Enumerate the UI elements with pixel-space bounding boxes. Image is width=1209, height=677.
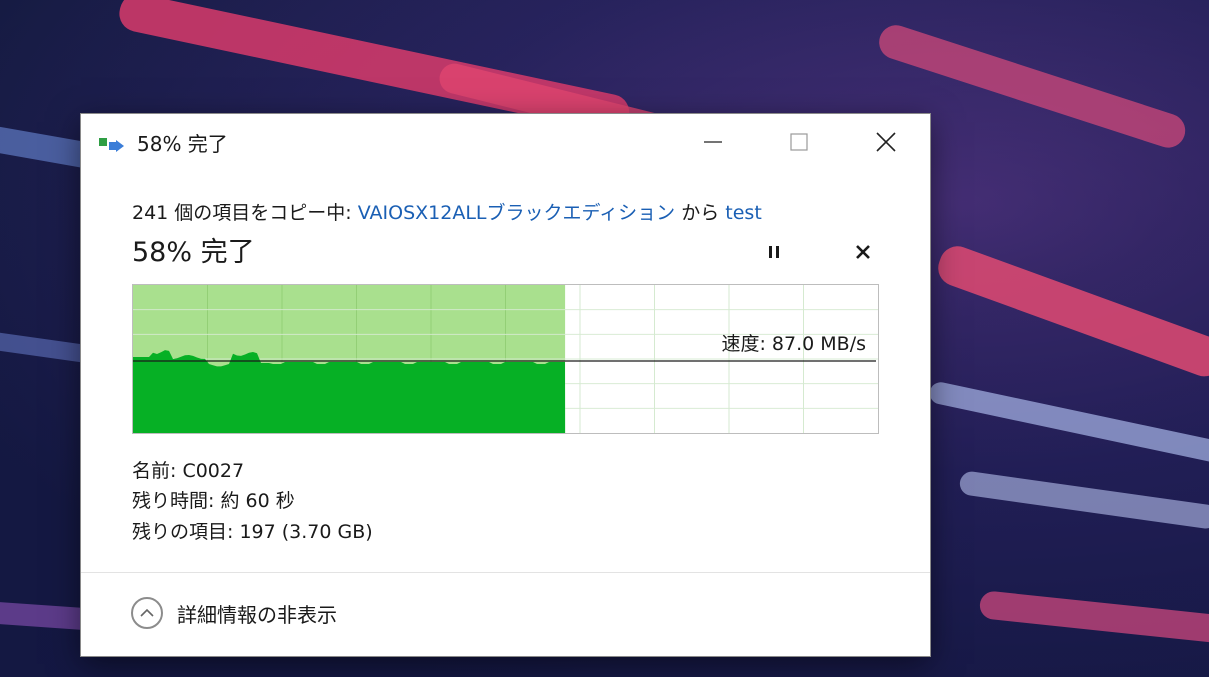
- speed-graph: 速度: 87.0 MB/s: [132, 284, 879, 434]
- speed-readout: 速度: 87.0 MB/s: [721, 333, 866, 355]
- title-bar[interactable]: 58% 完了: [81, 114, 930, 170]
- dialog-footer: 詳細情報の非表示: [81, 572, 930, 657]
- close-button[interactable]: [843, 114, 929, 170]
- name-value: C0027: [182, 460, 245, 482]
- items-remaining-row: 残りの項目: 197 (3.70 GB): [132, 517, 373, 544]
- items-label: 残りの項目:: [132, 521, 234, 543]
- source-link[interactable]: VAIOSX12ALLブラックエディション: [358, 202, 675, 224]
- maximize-button[interactable]: [756, 114, 842, 170]
- chevron-up-icon: [131, 597, 163, 629]
- copy-connector: から: [675, 202, 726, 224]
- minimize-icon: [704, 141, 722, 143]
- pause-button[interactable]: [759, 238, 789, 266]
- copy-description: 241 個の項目をコピー中: VAIOSX12ALLブラックエディション から …: [132, 198, 762, 225]
- maximize-icon: [790, 133, 808, 151]
- time-label: 残り時間:: [132, 490, 215, 512]
- hide-details-toggle[interactable]: 詳細情報の非表示: [131, 597, 337, 629]
- pause-icon: [769, 246, 779, 258]
- speed-graph-canvas: [133, 285, 878, 433]
- current-file-row: 名前: C0027: [132, 456, 244, 483]
- progress-status: 58% 完了: [132, 237, 255, 268]
- copy-transfer-icon: [98, 134, 128, 154]
- time-value: 約 60 秒: [220, 490, 295, 512]
- cancel-icon: [856, 245, 870, 259]
- close-icon: [876, 132, 896, 152]
- time-remaining-row: 残り時間: 約 60 秒: [132, 486, 295, 513]
- window-title: 58% 完了: [137, 132, 228, 156]
- copy-prefix: 241 個の項目をコピー中:: [132, 202, 358, 224]
- items-value: 197 (3.70 GB): [239, 521, 373, 543]
- cancel-button[interactable]: [848, 238, 878, 266]
- minimize-button[interactable]: [670, 114, 756, 170]
- hide-details-label: 詳細情報の非表示: [177, 602, 337, 627]
- name-label: 名前:: [132, 460, 177, 482]
- file-copy-dialog: 58% 完了 241 個の項目をコピー中: VAIOSX12ALLブラックエディ…: [81, 114, 930, 656]
- destination-link[interactable]: test: [725, 202, 762, 224]
